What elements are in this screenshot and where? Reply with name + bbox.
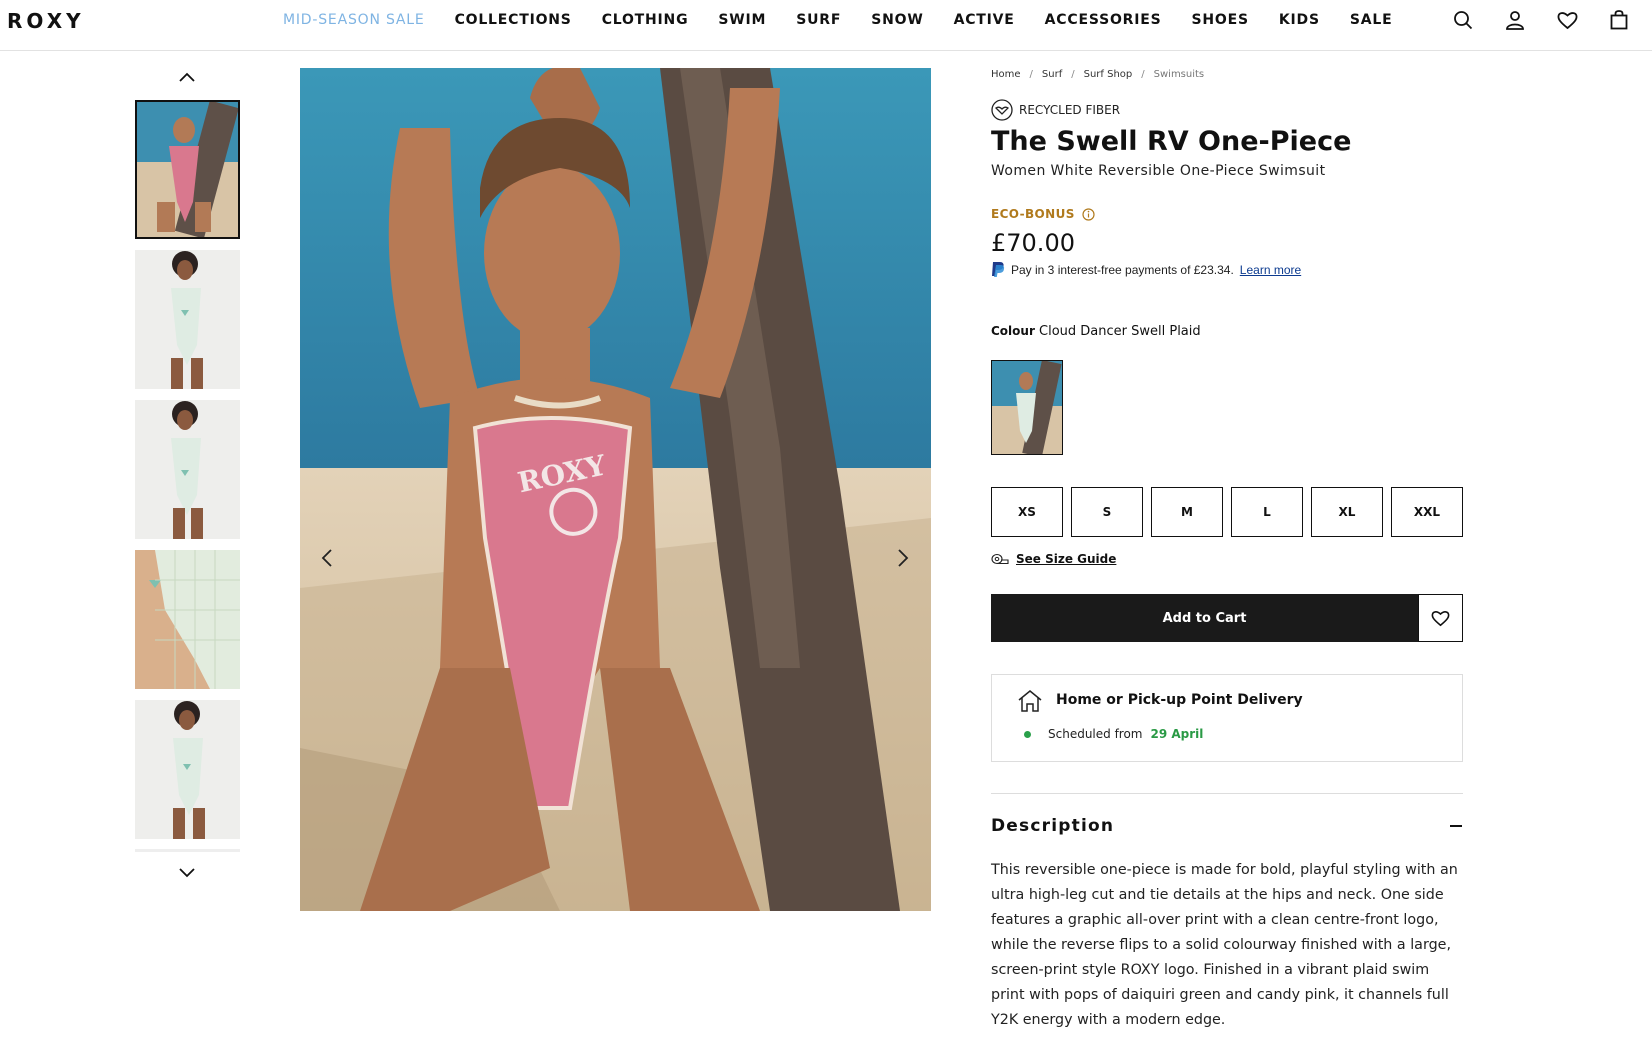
thumbnail-up-arrow-icon[interactable] <box>177 68 197 88</box>
nav-swim[interactable]: SWIM <box>718 12 766 28</box>
main-product-image[interactable]: ROXY <box>300 68 931 911</box>
description-title: Description <box>991 816 1115 836</box>
eco-tag: RECYCLED FIBER <box>991 99 1120 121</box>
delivery-box: Home or Pick-up Point Delivery Scheduled… <box>991 674 1463 762</box>
thumbnail-2[interactable] <box>135 250 240 389</box>
size-xs-button[interactable]: XS <box>991 487 1063 537</box>
thumbnail-list <box>135 100 240 850</box>
info-icon[interactable] <box>1082 207 1095 221</box>
thumbnail-4[interactable] <box>135 550 240 689</box>
availability-dot <box>1024 730 1031 738</box>
divider <box>991 793 1463 794</box>
collapse-minus-icon[interactable] <box>1449 819 1463 833</box>
size-xxl-button[interactable]: XXL <box>1391 487 1463 537</box>
colour-value: Cloud Dancer Swell Plaid <box>1039 324 1201 339</box>
breadcrumb-home[interactable]: Home <box>991 69 1021 80</box>
site-header: ROXY MID-SEASON SALE COLLECTIONS CLOTHIN… <box>0 0 1652 51</box>
nav-collections[interactable]: COLLECTIONS <box>455 12 572 28</box>
search-icon[interactable] <box>1452 8 1474 32</box>
main-product-photo: ROXY <box>300 68 931 911</box>
add-to-wishlist-button[interactable] <box>1418 594 1463 642</box>
thumbnail-1-image <box>137 102 238 237</box>
paypal-learn-more-link[interactable]: Learn more <box>1240 263 1301 277</box>
delivery-schedule-label: Scheduled from <box>1048 727 1143 741</box>
cart-actions: Add to Cart <box>991 594 1463 642</box>
nav-surf[interactable]: SURF <box>796 12 841 28</box>
paypal-icon <box>992 262 1005 277</box>
delivery-date: 29 April <box>1150 727 1204 741</box>
bag-icon[interactable] <box>1608 8 1630 32</box>
nav-kids[interactable]: KIDS <box>1279 12 1320 28</box>
header-icons <box>1452 8 1630 32</box>
eco-tag-label: RECYCLED FIBER <box>1019 103 1121 117</box>
product-subtitle: Women White Reversible One-Piece Swimsui… <box>991 163 1326 179</box>
paypal-installments: Pay in 3 interest-free payments of £23.3… <box>991 261 1301 278</box>
account-icon[interactable] <box>1504 8 1526 32</box>
roxy-logo[interactable]: ROXY <box>7 9 85 33</box>
thumbnail-2-image <box>135 250 240 389</box>
nav-active[interactable]: ACTIVE <box>954 12 1015 28</box>
thumbnail-5-image <box>135 700 240 839</box>
thumbnail-3-image <box>135 400 240 539</box>
product-title: The Swell RV One-Piece <box>991 126 1352 157</box>
size-s-button[interactable]: S <box>1071 487 1143 537</box>
add-to-cart-button[interactable]: Add to Cart <box>991 594 1418 642</box>
nav-snow[interactable]: SNOW <box>871 12 923 28</box>
product-price: £70.00 <box>991 229 1075 257</box>
description-accordion-header[interactable]: Description <box>991 816 1463 836</box>
thumbnail-1[interactable] <box>135 100 240 239</box>
eco-bonus-label: ECO-BONUS <box>991 207 1075 221</box>
image-prev-arrow-icon[interactable] <box>318 546 338 570</box>
breadcrumb-swimsuits: Swimsuits <box>1153 69 1205 80</box>
thumbnail-5[interactable] <box>135 700 240 839</box>
size-m-button[interactable]: M <box>1151 487 1223 537</box>
colour-label: Colour <box>991 324 1035 338</box>
tape-measure-icon <box>991 553 1009 565</box>
delivery-schedule: Scheduled from 29 April <box>1024 727 1203 741</box>
colour-row: Colour Cloud Dancer Swell Plaid <box>991 324 1201 339</box>
colour-swatch-image <box>992 361 1062 454</box>
nav-mid-season-sale[interactable]: MID-SEASON SALE <box>283 12 425 28</box>
nav-sale[interactable]: SALE <box>1350 12 1393 28</box>
colour-swatch[interactable] <box>991 360 1063 455</box>
home-icon <box>1017 689 1043 718</box>
size-guide-link[interactable]: See Size Guide <box>1016 552 1116 566</box>
nav-shoes[interactable]: SHOES <box>1192 12 1249 28</box>
size-xl-button[interactable]: XL <box>1311 487 1383 537</box>
delivery-title: Home or Pick-up Point Delivery <box>1056 692 1303 708</box>
recycled-fiber-icon <box>991 99 1013 121</box>
heart-icon <box>1431 610 1450 626</box>
breadcrumb-surf-shop[interactable]: Surf Shop <box>1084 69 1133 80</box>
eco-bonus: ECO-BONUS <box>991 207 1095 221</box>
image-next-arrow-icon[interactable] <box>892 546 912 570</box>
breadcrumb-surf[interactable]: Surf <box>1042 69 1062 80</box>
thumbnail-4-image <box>135 550 240 689</box>
paypal-text: Pay in 3 interest-free payments of £23.3… <box>1011 262 1234 277</box>
size-l-button[interactable]: L <box>1231 487 1303 537</box>
size-guide: See Size Guide <box>991 552 1116 566</box>
size-selector: XS S M L XL XXL <box>991 487 1463 537</box>
thumbnail-down-arrow-icon[interactable] <box>177 862 197 882</box>
thumbnail-3[interactable] <box>135 400 240 539</box>
nav-clothing[interactable]: CLOTHING <box>602 12 689 28</box>
main-nav: MID-SEASON SALE COLLECTIONS CLOTHING SWI… <box>283 0 1422 40</box>
breadcrumb: Home / Surf / Surf Shop / Swimsuits <box>991 69 1205 80</box>
thumbnail-scroll-indicator <box>135 849 240 852</box>
description-text: This reversible one-piece is made for bo… <box>991 862 1458 1028</box>
wishlist-icon[interactable] <box>1556 8 1578 32</box>
nav-accessories[interactable]: ACCESSORIES <box>1045 12 1162 28</box>
